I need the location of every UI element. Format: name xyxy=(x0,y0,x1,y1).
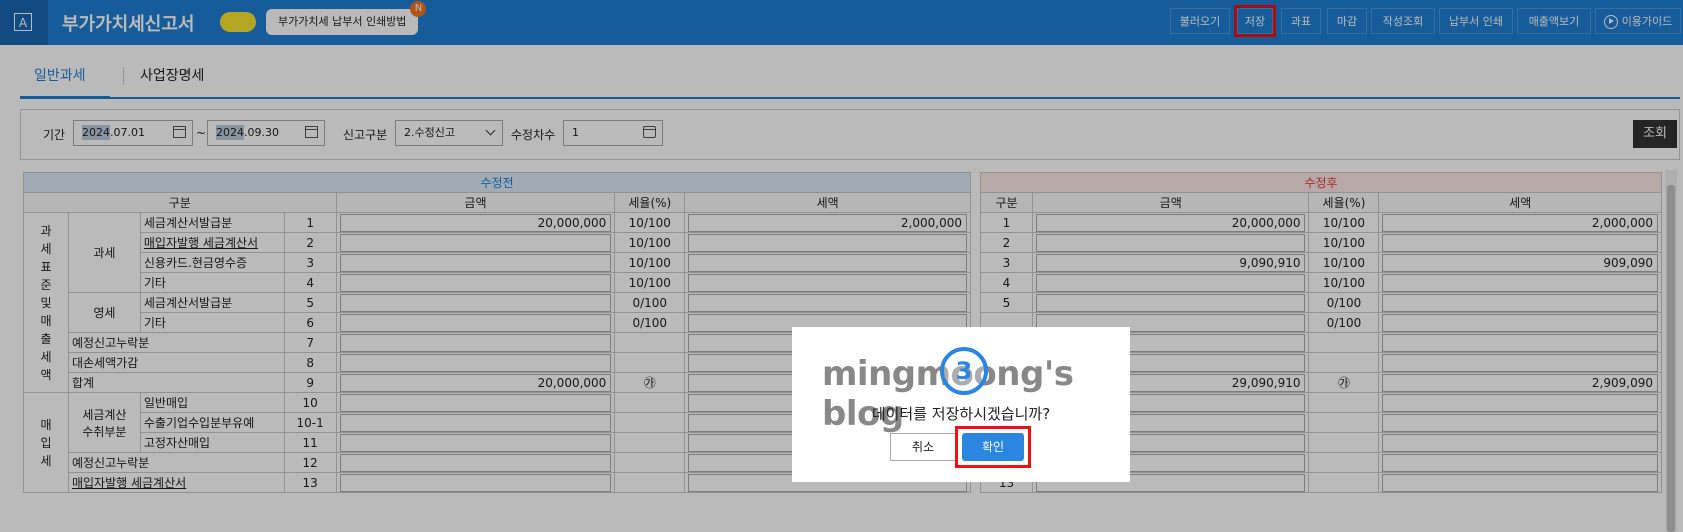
step-number-badge: 3 xyxy=(940,347,988,395)
cancel-button[interactable]: 취소 xyxy=(890,433,956,461)
confirm-dialog: mingmoong's blog 3 데이터를 저장하시겠습니까? 취소 확인 xyxy=(792,327,1130,482)
confirm-highlight xyxy=(955,426,1031,468)
dialog-message: 데이터를 저장하시겠습니까? xyxy=(871,405,1051,423)
